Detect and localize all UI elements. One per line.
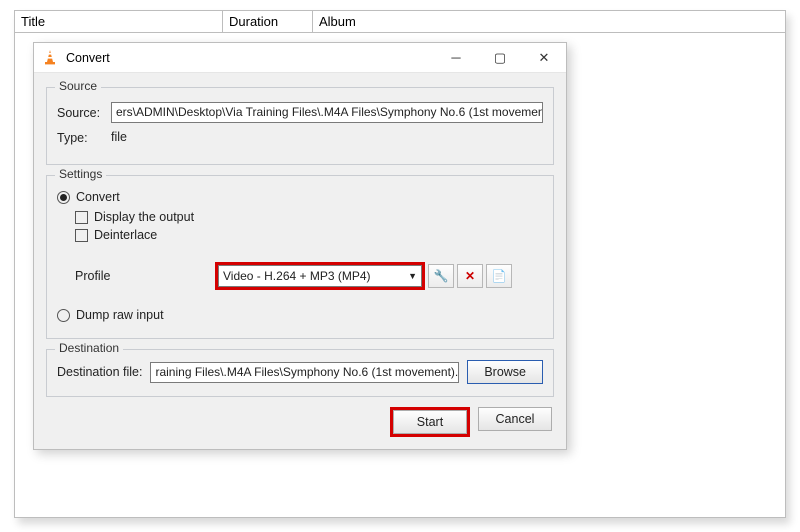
destination-group-label: Destination	[55, 341, 123, 355]
new-profile-button[interactable]: 📄	[486, 264, 512, 288]
cancel-button[interactable]: Cancel	[478, 407, 552, 431]
destination-group: Destination Destination file: raining Fi…	[46, 349, 554, 397]
checkbox-icon	[75, 229, 88, 242]
close-button[interactable]: ✕	[522, 43, 566, 73]
source-input[interactable]: ers\ADMIN\Desktop\Via Training Files\.M4…	[111, 102, 543, 123]
radio-convert-label: Convert	[76, 190, 120, 204]
profile-select[interactable]: Video - H.264 + MP3 (MP4) ▼	[218, 265, 422, 287]
wrench-icon: 🔧	[434, 269, 449, 283]
settings-group-label: Settings	[55, 167, 106, 181]
source-group-label: Source	[55, 79, 101, 93]
column-duration[interactable]: Duration	[223, 11, 313, 32]
checkbox-icon	[75, 211, 88, 224]
profile-label: Profile	[75, 269, 215, 283]
radio-dot-icon	[57, 191, 70, 204]
radio-dump-raw[interactable]: Dump raw input	[57, 308, 164, 322]
checkbox-display-output[interactable]: Display the output	[75, 210, 194, 224]
playlist-header: Title Duration Album	[15, 11, 785, 33]
edit-profile-button[interactable]: 🔧	[428, 264, 454, 288]
destination-input[interactable]: raining Files\.M4A Files\Symphony No.6 (…	[150, 362, 459, 383]
vlc-cone-icon	[42, 50, 58, 66]
titlebar: Convert ─ ▢ ✕	[34, 43, 566, 73]
delete-icon: ✕	[465, 269, 475, 283]
type-label: Type:	[57, 131, 111, 145]
checkbox-deinterlace-label: Deinterlace	[94, 228, 157, 242]
radio-dot-icon	[57, 309, 70, 322]
source-group: Source Source: ers\ADMIN\Desktop\Via Tra…	[46, 87, 554, 165]
column-title[interactable]: Title	[15, 11, 223, 32]
delete-profile-button[interactable]: ✕	[457, 264, 483, 288]
profile-highlight: Video - H.264 + MP3 (MP4) ▼	[215, 262, 425, 290]
destination-label: Destination file:	[57, 365, 142, 379]
start-label: Start	[417, 415, 443, 429]
dialog-title: Convert	[66, 51, 434, 65]
start-button[interactable]: Start	[393, 410, 467, 434]
maximize-button[interactable]: ▢	[478, 43, 522, 73]
dialog-buttons: Start Cancel	[46, 407, 554, 437]
radio-convert[interactable]: Convert	[57, 190, 120, 204]
start-highlight: Start	[390, 407, 470, 437]
profile-value: Video - H.264 + MP3 (MP4)	[223, 269, 371, 283]
convert-dialog: Convert ─ ▢ ✕ Source Source: ers\ADMIN\D…	[33, 42, 567, 450]
checkbox-deinterlace[interactable]: Deinterlace	[75, 228, 157, 242]
new-file-icon: 📄	[492, 269, 507, 283]
checkbox-display-label: Display the output	[94, 210, 194, 224]
radio-dump-label: Dump raw input	[76, 308, 164, 322]
browse-button[interactable]: Browse	[467, 360, 543, 384]
settings-group: Settings Convert Display the output	[46, 175, 554, 339]
chevron-down-icon: ▼	[408, 271, 417, 281]
column-album[interactable]: Album	[313, 11, 785, 32]
type-value: file	[111, 127, 127, 148]
source-label: Source:	[57, 106, 111, 120]
minimize-button[interactable]: ─	[434, 43, 478, 73]
